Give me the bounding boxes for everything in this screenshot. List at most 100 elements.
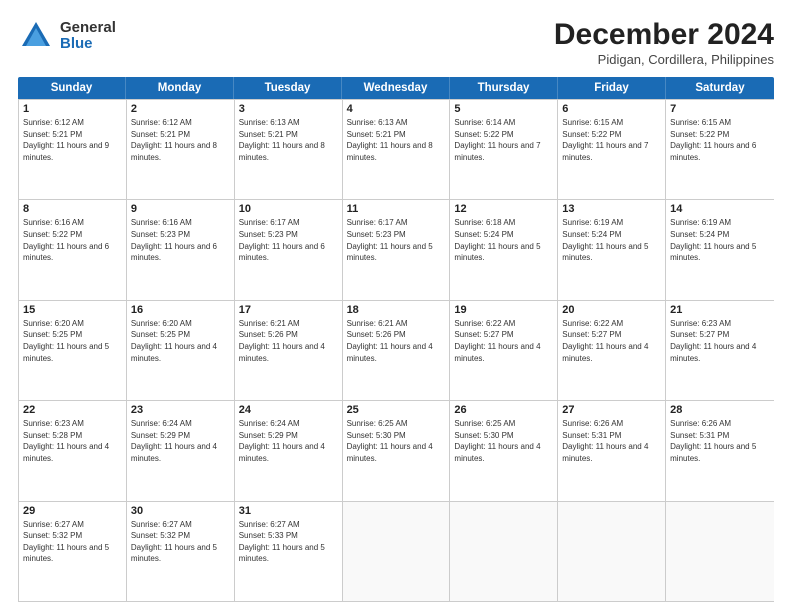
cal-cell-1-4: 4 Sunrise: 6:13 AM Sunset: 5:21 PM Daylig…: [343, 100, 451, 199]
cell-info: Sunrise: 6:23 AM Sunset: 5:27 PM Dayligh…: [670, 318, 770, 364]
cal-cell-5-3: 31 Sunrise: 6:27 AM Sunset: 5:33 PM Dayli…: [235, 502, 343, 601]
cell-info: Sunrise: 6:17 AM Sunset: 5:23 PM Dayligh…: [239, 217, 338, 263]
cal-cell-4-5: 26Sunrise: 6:25 AM Sunset: 5:30 PM Dayli…: [450, 401, 558, 500]
cal-cell-3-4: 18Sunrise: 6:21 AM Sunset: 5:26 PM Dayli…: [343, 301, 451, 400]
day-number: 15: [23, 304, 122, 316]
cell-info: Sunrise: 6:19 AM Sunset: 5:24 PM Dayligh…: [562, 217, 661, 263]
day-number: 20: [562, 304, 661, 316]
title-month: December 2024: [554, 18, 774, 52]
cell-info: Sunrise: 6:14 AM Sunset: 5:22 PM Dayligh…: [454, 117, 553, 163]
cal-cell-1-6: 6 Sunrise: 6:15 AM Sunset: 5:22 PM Daylig…: [558, 100, 666, 199]
cal-cell-2-1: 8Sunrise: 6:16 AM Sunset: 5:22 PM Daylig…: [19, 200, 127, 299]
page: General Blue December 2024 Pidigan, Cord…: [0, 0, 792, 612]
day-number: 19: [454, 304, 553, 316]
calendar: Sunday Monday Tuesday Wednesday Thursday…: [18, 77, 774, 602]
cell-info: Sunrise: 6:26 AM Sunset: 5:31 PM Dayligh…: [670, 418, 770, 464]
cal-cell-5-2: 30 Sunrise: 6:27 AM Sunset: 5:32 PM Dayli…: [127, 502, 235, 601]
day-number: 27: [562, 404, 661, 416]
day-number: 25: [347, 404, 446, 416]
week-row-4: 22Sunrise: 6:23 AM Sunset: 5:28 PM Dayli…: [19, 400, 774, 500]
header: General Blue December 2024 Pidigan, Cord…: [18, 18, 774, 67]
cal-cell-1-5: 5Sunrise: 6:14 AM Sunset: 5:22 PM Daylig…: [450, 100, 558, 199]
header-friday: Friday: [558, 77, 666, 99]
day-number: 16: [131, 304, 230, 316]
cal-cell-4-4: 25 Sunrise: 6:25 AM Sunset: 5:30 PM Dayli…: [343, 401, 451, 500]
week-row-1: 1 Sunrise: 6:12 AM Sunset: 5:21 PM Daylig…: [19, 99, 774, 199]
header-wednesday: Wednesday: [342, 77, 450, 99]
day-number: 6: [562, 103, 661, 115]
day-number: 4: [347, 103, 446, 115]
cell-info: Sunrise: 6:15 AM Sunset: 5:22 PM Dayligh…: [562, 117, 661, 163]
day-number: 3: [239, 103, 338, 115]
cell-info: Sunrise: 6:21 AM Sunset: 5:26 PM Dayligh…: [239, 318, 338, 364]
logo-blue: Blue: [60, 36, 116, 53]
cell-info: Sunrise: 6:26 AM Sunset: 5:31 PM Dayligh…: [562, 418, 661, 464]
day-number: 8: [23, 203, 122, 215]
cell-info: Sunrise: 6:20 AM Sunset: 5:25 PM Dayligh…: [23, 318, 122, 364]
logo: General Blue: [18, 18, 116, 54]
cal-cell-4-7: 28 Sunrise: 6:26 AM Sunset: 5:31 PM Dayli…: [666, 401, 774, 500]
cal-cell-3-7: 21 Sunrise: 6:23 AM Sunset: 5:27 PM Dayli…: [666, 301, 774, 400]
day-number: 2: [131, 103, 230, 115]
cal-cell-3-5: 19 Sunrise: 6:22 AM Sunset: 5:27 PM Dayli…: [450, 301, 558, 400]
cal-cell-2-4: 11 Sunrise: 6:17 AM Sunset: 5:23 PM Dayli…: [343, 200, 451, 299]
calendar-body: 1 Sunrise: 6:12 AM Sunset: 5:21 PM Daylig…: [18, 99, 774, 602]
day-number: 17: [239, 304, 338, 316]
cell-info: Sunrise: 6:17 AM Sunset: 5:23 PM Dayligh…: [347, 217, 446, 263]
title-location: Pidigan, Cordillera, Philippines: [554, 52, 774, 67]
logo-icon: [18, 18, 54, 54]
header-tuesday: Tuesday: [234, 77, 342, 99]
cell-info: Sunrise: 6:27 AM Sunset: 5:32 PM Dayligh…: [131, 519, 230, 565]
day-number: 13: [562, 203, 661, 215]
day-number: 11: [347, 203, 446, 215]
day-number: 12: [454, 203, 553, 215]
cal-cell-1-1: 1 Sunrise: 6:12 AM Sunset: 5:21 PM Daylig…: [19, 100, 127, 199]
cal-cell-3-6: 20Sunrise: 6:22 AM Sunset: 5:27 PM Dayli…: [558, 301, 666, 400]
cell-info: Sunrise: 6:27 AM Sunset: 5:33 PM Dayligh…: [239, 519, 338, 565]
cell-info: Sunrise: 6:25 AM Sunset: 5:30 PM Dayligh…: [454, 418, 553, 464]
cell-info: Sunrise: 6:19 AM Sunset: 5:24 PM Dayligh…: [670, 217, 770, 263]
cell-info: Sunrise: 6:12 AM Sunset: 5:21 PM Dayligh…: [131, 117, 230, 163]
cell-info: Sunrise: 6:24 AM Sunset: 5:29 PM Dayligh…: [239, 418, 338, 464]
cal-cell-5-4: [343, 502, 451, 601]
cal-cell-3-3: 17 Sunrise: 6:21 AM Sunset: 5:26 PM Dayli…: [235, 301, 343, 400]
cal-cell-4-6: 27 Sunrise: 6:26 AM Sunset: 5:31 PM Dayli…: [558, 401, 666, 500]
day-number: 31: [239, 505, 338, 517]
cal-cell-5-5: [450, 502, 558, 601]
day-number: 9: [131, 203, 230, 215]
cal-cell-5-6: [558, 502, 666, 601]
cell-info: Sunrise: 6:22 AM Sunset: 5:27 PM Dayligh…: [454, 318, 553, 364]
day-number: 30: [131, 505, 230, 517]
header-monday: Monday: [126, 77, 234, 99]
day-number: 10: [239, 203, 338, 215]
cal-cell-1-7: 7Sunrise: 6:15 AM Sunset: 5:22 PM Daylig…: [666, 100, 774, 199]
cell-info: Sunrise: 6:27 AM Sunset: 5:32 PM Dayligh…: [23, 519, 122, 565]
cell-info: Sunrise: 6:13 AM Sunset: 5:21 PM Dayligh…: [347, 117, 446, 163]
cell-info: Sunrise: 6:18 AM Sunset: 5:24 PM Dayligh…: [454, 217, 553, 263]
cal-cell-2-2: 9 Sunrise: 6:16 AM Sunset: 5:23 PM Daylig…: [127, 200, 235, 299]
cal-cell-1-2: 2 Sunrise: 6:12 AM Sunset: 5:21 PM Daylig…: [127, 100, 235, 199]
day-number: 23: [131, 404, 230, 416]
cell-info: Sunrise: 6:12 AM Sunset: 5:21 PM Dayligh…: [23, 117, 122, 163]
day-number: 24: [239, 404, 338, 416]
day-number: 22: [23, 404, 122, 416]
cell-info: Sunrise: 6:25 AM Sunset: 5:30 PM Dayligh…: [347, 418, 446, 464]
day-number: 21: [670, 304, 770, 316]
header-sunday: Sunday: [18, 77, 126, 99]
cal-cell-4-3: 24 Sunrise: 6:24 AM Sunset: 5:29 PM Dayli…: [235, 401, 343, 500]
day-number: 28: [670, 404, 770, 416]
cell-info: Sunrise: 6:16 AM Sunset: 5:23 PM Dayligh…: [131, 217, 230, 263]
day-number: 1: [23, 103, 122, 115]
day-number: 18: [347, 304, 446, 316]
cal-cell-4-2: 23Sunrise: 6:24 AM Sunset: 5:29 PM Dayli…: [127, 401, 235, 500]
cal-cell-3-1: 15 Sunrise: 6:20 AM Sunset: 5:25 PM Dayli…: [19, 301, 127, 400]
day-number: 7: [670, 103, 770, 115]
cell-info: Sunrise: 6:20 AM Sunset: 5:25 PM Dayligh…: [131, 318, 230, 364]
cal-cell-2-3: 10 Sunrise: 6:17 AM Sunset: 5:23 PM Dayli…: [235, 200, 343, 299]
week-row-2: 8Sunrise: 6:16 AM Sunset: 5:22 PM Daylig…: [19, 199, 774, 299]
day-number: 29: [23, 505, 122, 517]
cal-cell-2-7: 14Sunrise: 6:19 AM Sunset: 5:24 PM Dayli…: [666, 200, 774, 299]
cal-cell-4-1: 22Sunrise: 6:23 AM Sunset: 5:28 PM Dayli…: [19, 401, 127, 500]
header-thursday: Thursday: [450, 77, 558, 99]
title-block: December 2024 Pidigan, Cordillera, Phili…: [554, 18, 774, 67]
